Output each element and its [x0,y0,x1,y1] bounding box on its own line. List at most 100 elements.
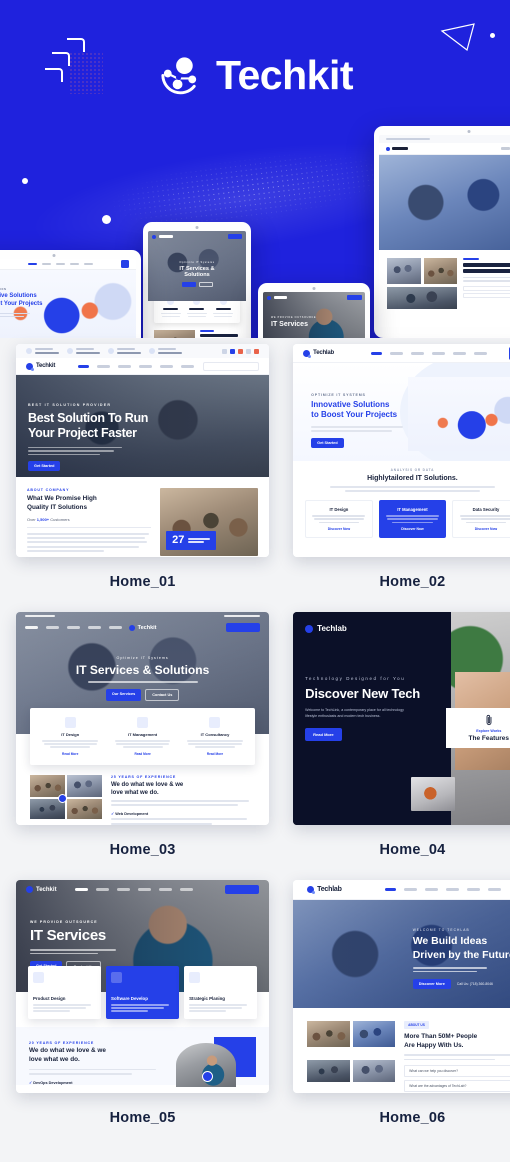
service-link[interactable]: Discover Now [310,527,368,531]
faq-item[interactable]: What are the advantages of TechLab? ▾ [404,1080,510,1093]
window-icon [137,717,149,728]
hero-title-line2: Your Project Faster [28,426,137,441]
service-link[interactable]: Read More [109,752,175,756]
demo-card-home-05[interactable]: Techkit WE PROVIDE OUTSOURCE IT Services… [16,880,270,1093]
demo-card-home-04[interactable]: Techlab Technology Designed for You Disc… [293,612,510,825]
demo-card-home-06[interactable]: Techlab WELCOME TO TECHLAB We Build Idea… [293,880,510,1093]
section-title-line1: What We Promise High [27,495,97,502]
hero-title-line1: Innovative Solutions [311,400,390,409]
service-card[interactable]: IT Management Discover Now [378,499,447,539]
service-link[interactable]: Discover Now [384,527,442,531]
demo-label-home-05: Home_05 [109,1110,176,1126]
demo-cell-home-06: Techlab WELCOME TO TECHLAB We Build Idea… [293,880,510,1148]
site-nav[interactable]: Techlab [293,880,510,900]
hero-title-line2: to Boost Your Projects [311,410,398,420]
device-tablet-right: WELCOME We Build IDriven by t [374,126,510,338]
phone-label: Call Us: [456,982,469,987]
demo-card-home-02[interactable]: Techlab OPTIMIZE IT SYSTEMS Innovative S… [293,344,510,557]
demo-label-home-01: Home_01 [109,574,176,590]
device-screen-home-02: BEST SOLUTION Innovative Solutionsto Boo… [0,259,136,338]
site-logo-text: Techlab [317,886,342,893]
demo-card-home-01[interactable]: Techkit BEST IT SOLUTION PROVIDER Best S… [16,344,270,557]
service-name: IT Design [61,732,80,737]
lock-icon [64,717,76,728]
nav-cta-button[interactable] [225,885,260,894]
service-card[interactable]: IT Consultancy Read More [182,717,248,756]
topbar [16,344,270,358]
service-link[interactable]: Read More [182,752,248,756]
demo-label-home-06: Home_06 [379,1110,446,1126]
section-eyebrow: ABOUT US [404,1021,429,1029]
site-logo-text: Techkit [36,886,57,893]
service-card[interactable]: Software Develop [106,966,180,1020]
camera-dot [467,130,471,133]
demo-cell-home-01: Techkit BEST IT SOLUTION PROVIDER Best S… [16,344,270,612]
hero-eyebrow: Optimize IT Systems [116,656,169,660]
section-title-line2: love what we do. [111,789,159,796]
section-title-line2: Quality IT Solutions [27,503,88,511]
hero-secondary-button[interactable]: Contact Us [145,688,180,701]
section-title: Highlytailored IT Solutions. [367,475,458,482]
hero-image: WELCOME TO TECHLAB We Build Ideas Driven… [293,900,510,1008]
hero-cta-button[interactable]: Discover More [412,979,451,990]
phone-number[interactable]: (718) 360-8046 [470,982,493,986]
section-eyebrow: 25 YEARS OF EXPERIENCE [111,774,177,779]
site-logo-text: Techlab [313,350,334,356]
target-icon [189,972,201,983]
hero-cta-button[interactable]: Get Started [28,461,61,472]
stat-suffix: Customers [50,517,70,523]
nav-cta-button[interactable] [226,623,261,632]
section-title-line1: We do what we love & we [111,781,184,788]
faq-item[interactable]: What can we help you discover? ▾ [404,1065,510,1078]
service-link[interactable]: Discover Now [457,527,510,531]
stat-prefix: Over [27,517,36,523]
section-eyebrow: ABOUT COMPANY [27,488,70,492]
site-logo-text: Techkit [137,624,157,631]
service-card[interactable]: Data Security Discover Now [452,499,510,539]
device-mockups: WELCOME We Build IDriven by t [0,0,510,338]
service-name: Product Design [33,996,66,1001]
demo-label-home-04: Home_04 [379,842,446,858]
device-screen-home-06: WELCOME We Build IDriven by t [379,135,510,327]
service-name: IT Management [128,732,158,737]
design-icon [33,972,44,983]
service-card[interactable]: IT Design Read More [37,717,103,756]
hero-image: BEST IT SOLUTION PROVIDER Best Solution … [16,375,270,477]
hero-cta-button[interactable]: Read More [305,727,342,741]
hero-title: Discover New Tech [305,686,421,701]
service-name: IT Design [329,506,349,512]
section-title-line2: Are Happy With Us. [404,1041,464,1049]
search-input[interactable] [203,361,260,371]
device-screen-home-03: Optimize IT Systems IT Services & Soluti… [148,231,246,338]
camera-dot [52,254,55,257]
demo-card-home-03[interactable]: Techkit Optimize IT Systems IT Services … [16,612,270,825]
service-card[interactable]: IT Design Discover Now [305,499,373,539]
demo-cell-home-05: Techkit WE PROVIDE OUTSOURCE IT Services… [16,880,270,1148]
hero-primary-button[interactable]: Our Services [105,688,142,701]
site-nav[interactable]: Techlab [293,344,510,363]
section-title-line1: We do what we love & we [29,1047,106,1055]
service-name: Data Security [472,506,500,512]
section-eyebrow: 20 YEARS OF EXPERIENCE [29,1041,95,1046]
badge-number: 27 [172,534,185,546]
hero-title-line2: Driven by the Future. [412,948,510,961]
page-root: Techkit Optimize IT Systems IT Services … [0,0,510,1162]
feature-item: Web Development [115,812,149,817]
experience-badge: 27 [166,531,217,550]
service-link[interactable]: Read More [37,752,103,756]
hero-title: IT Services [30,927,106,944]
service-card[interactable]: IT Management Read More [109,717,175,756]
hero-cta-button[interactable]: Get Started [311,437,344,448]
service-card[interactable]: Strategic Planing [184,966,258,1020]
demo-label-home-02: Home_02 [379,574,446,590]
site-nav[interactable]: Techkit [16,358,270,375]
code-icon [111,972,123,983]
hero-eyebrow: WELCOME TO TECHLAB [412,928,470,932]
camera-dot [312,287,316,290]
hero-title-line1: We Build Ideas [412,935,488,947]
globe-icon [209,717,221,728]
service-card[interactable]: Product Design [28,966,102,1020]
service-name: Software Develop [111,996,148,1001]
side-title: The Features [468,735,510,742]
demo-cell-home-03: Techkit Optimize IT Systems IT Services … [16,612,270,880]
